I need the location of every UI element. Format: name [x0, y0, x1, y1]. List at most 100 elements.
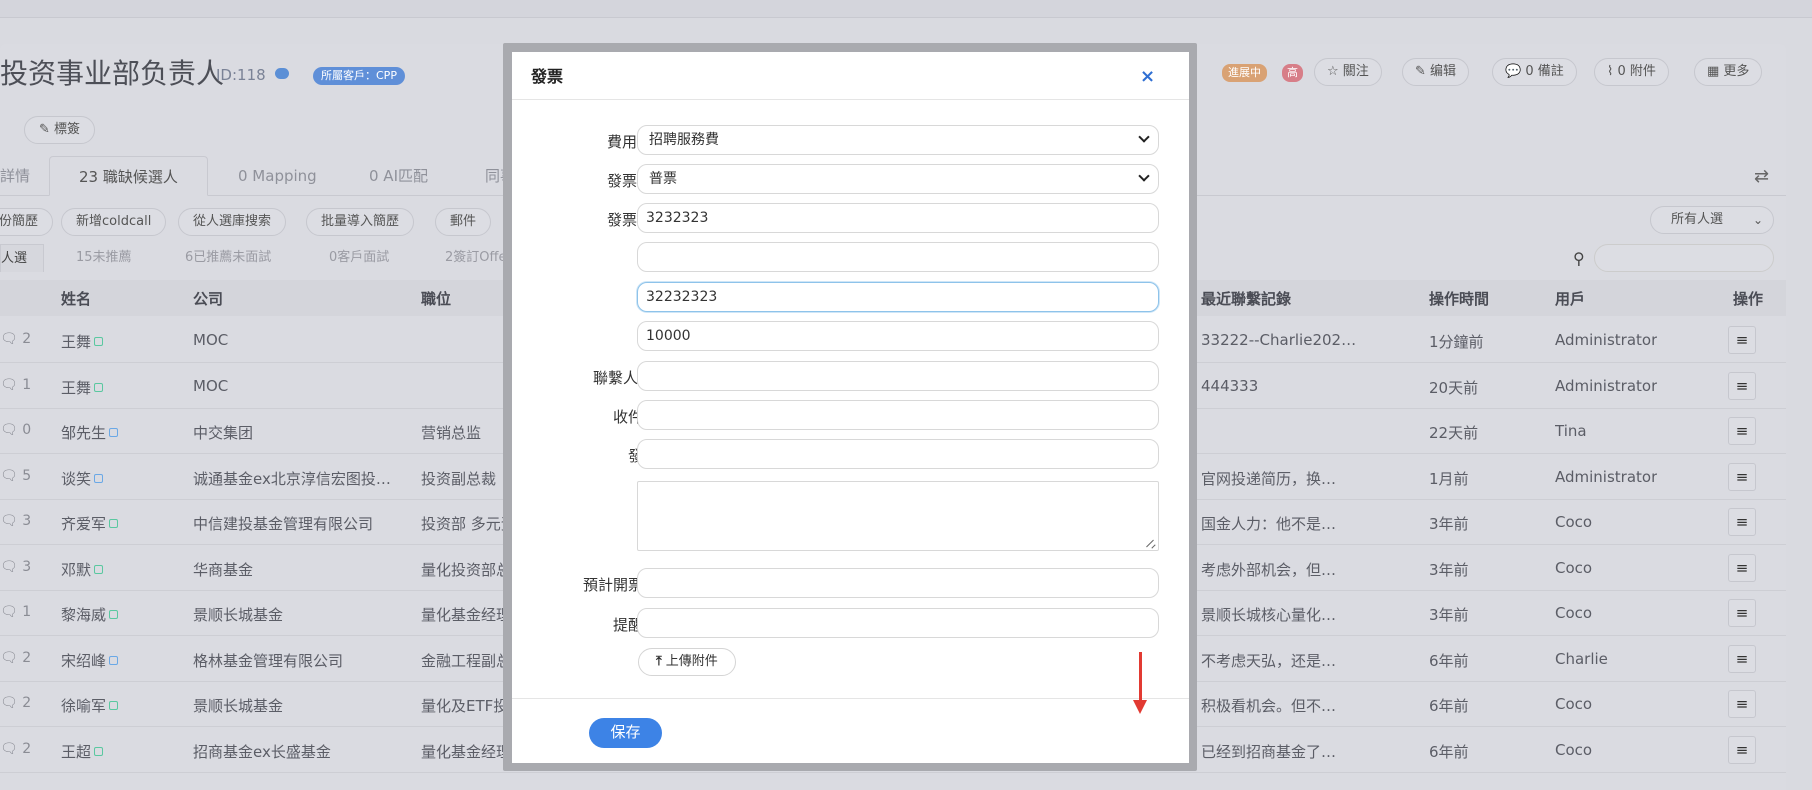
candidate-name[interactable]: 邓默: [61, 559, 104, 580]
external-link-icon[interactable]: [109, 610, 119, 619]
comment-count[interactable]: 🗨 1: [0, 377, 31, 393]
invoice-type-value: 普票: [649, 171, 677, 187]
user-name: Administrator: [1555, 376, 1658, 395]
row-menu-button[interactable]: ≡: [1728, 644, 1756, 673]
external-link-icon[interactable]: [94, 337, 104, 346]
tab-candidates[interactable]: 23 職缺候選人: [49, 156, 208, 196]
external-link-icon[interactable]: [109, 701, 119, 710]
subtab-recommended-no-interview[interactable]: 6已推薦未面試: [185, 244, 271, 272]
batch-import-button[interactable]: 批量導入簡歷: [306, 208, 415, 236]
upload-attachment-button[interactable]: ⤒ 上傳附件: [638, 648, 736, 676]
candidate-position: 量化及ETF投: [421, 697, 509, 715]
candidate-name[interactable]: 王舞: [61, 377, 104, 398]
tab-ai-match[interactable]: 0 AI匹配: [369, 156, 428, 196]
remarks-textarea[interactable]: [637, 481, 1159, 551]
row-menu-button[interactable]: ≡: [1728, 599, 1756, 627]
candidate-name[interactable]: 齐爱军: [61, 513, 119, 534]
chat-icon[interactable]: [275, 68, 289, 79]
chevron-down-icon: [1138, 131, 1150, 143]
subtab-all[interactable]: 人選: [0, 244, 45, 272]
tag-button[interactable]: ✎ 標簽: [24, 116, 96, 144]
search-talent-pool-button[interactable]: 從人選庫搜索: [178, 208, 287, 236]
notes-button[interactable]: 💬 0 備註: [1492, 58, 1577, 86]
invoice-type-select[interactable]: 普票: [637, 164, 1159, 194]
save-button[interactable]: 保存: [589, 718, 662, 748]
amount-input[interactable]: [637, 321, 1159, 351]
row-menu-button[interactable]: ≡: [1728, 417, 1756, 445]
search-icon[interactable]: ⚲: [1573, 249, 1585, 268]
row-menu-button[interactable]: ≡: [1728, 508, 1756, 536]
external-link-icon[interactable]: [109, 655, 119, 665]
candidate-company: 格林基金管理有限公司: [193, 651, 344, 670]
row-menu-button[interactable]: ≡: [1728, 462, 1756, 491]
follow-button[interactable]: ☆ 關注: [1314, 58, 1382, 86]
column-name[interactable]: 姓名: [61, 288, 91, 309]
fee-type-select[interactable]: 招聘服務費: [637, 125, 1159, 155]
candidate-company: 中信建投基金管理有限公司: [193, 515, 374, 533]
recent-contact: 444333: [1201, 376, 1259, 395]
expected-date-input[interactable]: [637, 568, 1159, 598]
column-company[interactable]: 公司: [193, 288, 223, 309]
comment-count[interactable]: 🗨 5: [0, 468, 31, 484]
tax-id-input[interactable]: [637, 242, 1159, 272]
row-menu-button[interactable]: ≡: [1728, 371, 1756, 400]
attachments-button[interactable]: ⌇ 0 附件: [1594, 58, 1669, 86]
recent-contact: 积极看机会。但不…: [1201, 697, 1337, 715]
candidate-name[interactable]: 徐喻军: [61, 695, 119, 716]
swap-icon[interactable]: ⇄: [1754, 166, 1769, 187]
column-position[interactable]: 職位: [421, 288, 451, 309]
resize-grip-icon[interactable]: [1146, 538, 1156, 548]
content-input[interactable]: [637, 282, 1159, 312]
candidate-name[interactable]: 宋绍峰: [61, 650, 119, 671]
row-menu-button[interactable]: ≡: [1728, 553, 1756, 582]
more-button[interactable]: ▦ 更多: [1694, 58, 1763, 86]
external-link-icon[interactable]: [94, 473, 104, 483]
external-link-icon[interactable]: [109, 428, 119, 437]
candidate-name[interactable]: 邹先生: [61, 422, 119, 443]
candidate-name[interactable]: 王舞: [61, 331, 104, 352]
row-menu-button[interactable]: ≡: [1728, 690, 1756, 718]
client-badge[interactable]: 所屬客戶：CPP: [313, 67, 405, 85]
comment-icon: 🗨: [0, 467, 18, 484]
email-button[interactable]: 郵件: [435, 208, 492, 236]
close-icon[interactable]: ×: [1140, 66, 1155, 87]
fee-type-row: 費用類型* 招聘服務費: [512, 125, 1189, 155]
edit-button[interactable]: ✎ 编辑: [1402, 58, 1470, 86]
external-link-icon[interactable]: [94, 746, 104, 756]
external-link-icon[interactable]: [109, 519, 119, 528]
tab-mapping[interactable]: 0 Mapping: [238, 156, 317, 196]
subtab-not-recommended[interactable]: 15未推薦: [76, 244, 132, 272]
candidate-filter-select[interactable]: 所有人選 ⌄: [1650, 206, 1774, 234]
remarks-row: 備註: [512, 481, 1189, 551]
comment-count[interactable]: 🗨 2: [0, 695, 31, 711]
comment-count[interactable]: 🗨 2: [0, 331, 31, 347]
column-op-time[interactable]: 操作時間: [1429, 288, 1489, 309]
add-resume-button[interactable]: 份簡歷: [0, 208, 54, 236]
comment-count[interactable]: 🗨 1: [0, 604, 31, 620]
reminder-input[interactable]: [637, 608, 1159, 638]
column-recent-contact[interactable]: 最近聯繫記錄: [1201, 288, 1291, 309]
candidate-search-input[interactable]: [1594, 244, 1774, 272]
tax-id-row: 稅號: [512, 242, 1189, 272]
comment-count[interactable]: 🗨 0: [0, 422, 31, 438]
comment-count[interactable]: 🗨 2: [0, 650, 31, 666]
candidate-name[interactable]: 王超: [61, 741, 104, 762]
invoice-no-input[interactable]: [637, 439, 1159, 469]
tab-details[interactable]: 詳情: [0, 156, 30, 196]
external-link-icon[interactable]: [94, 564, 104, 574]
invoice-header-input[interactable]: [637, 203, 1159, 233]
comment-count[interactable]: 🗨 3: [0, 559, 31, 575]
external-link-icon[interactable]: [94, 382, 104, 392]
row-menu-button[interactable]: ≡: [1728, 326, 1756, 354]
comment-count[interactable]: 🗨 3: [0, 513, 31, 529]
subtab-offer-signed[interactable]: 2簽訂Offer: [445, 244, 512, 272]
column-user[interactable]: 用戶: [1555, 288, 1585, 309]
comment-count[interactable]: 🗨 2: [0, 741, 31, 757]
address-input[interactable]: [637, 400, 1159, 430]
candidate-name[interactable]: 黎海威: [61, 604, 119, 625]
row-menu-button[interactable]: ≡: [1728, 735, 1756, 764]
add-coldcall-button[interactable]: 新增coldcall: [61, 208, 167, 236]
subtab-client-interview[interactable]: 0客戶面試: [329, 244, 389, 272]
candidate-name[interactable]: 谈笑: [61, 468, 104, 489]
contact-input[interactable]: [637, 361, 1159, 391]
